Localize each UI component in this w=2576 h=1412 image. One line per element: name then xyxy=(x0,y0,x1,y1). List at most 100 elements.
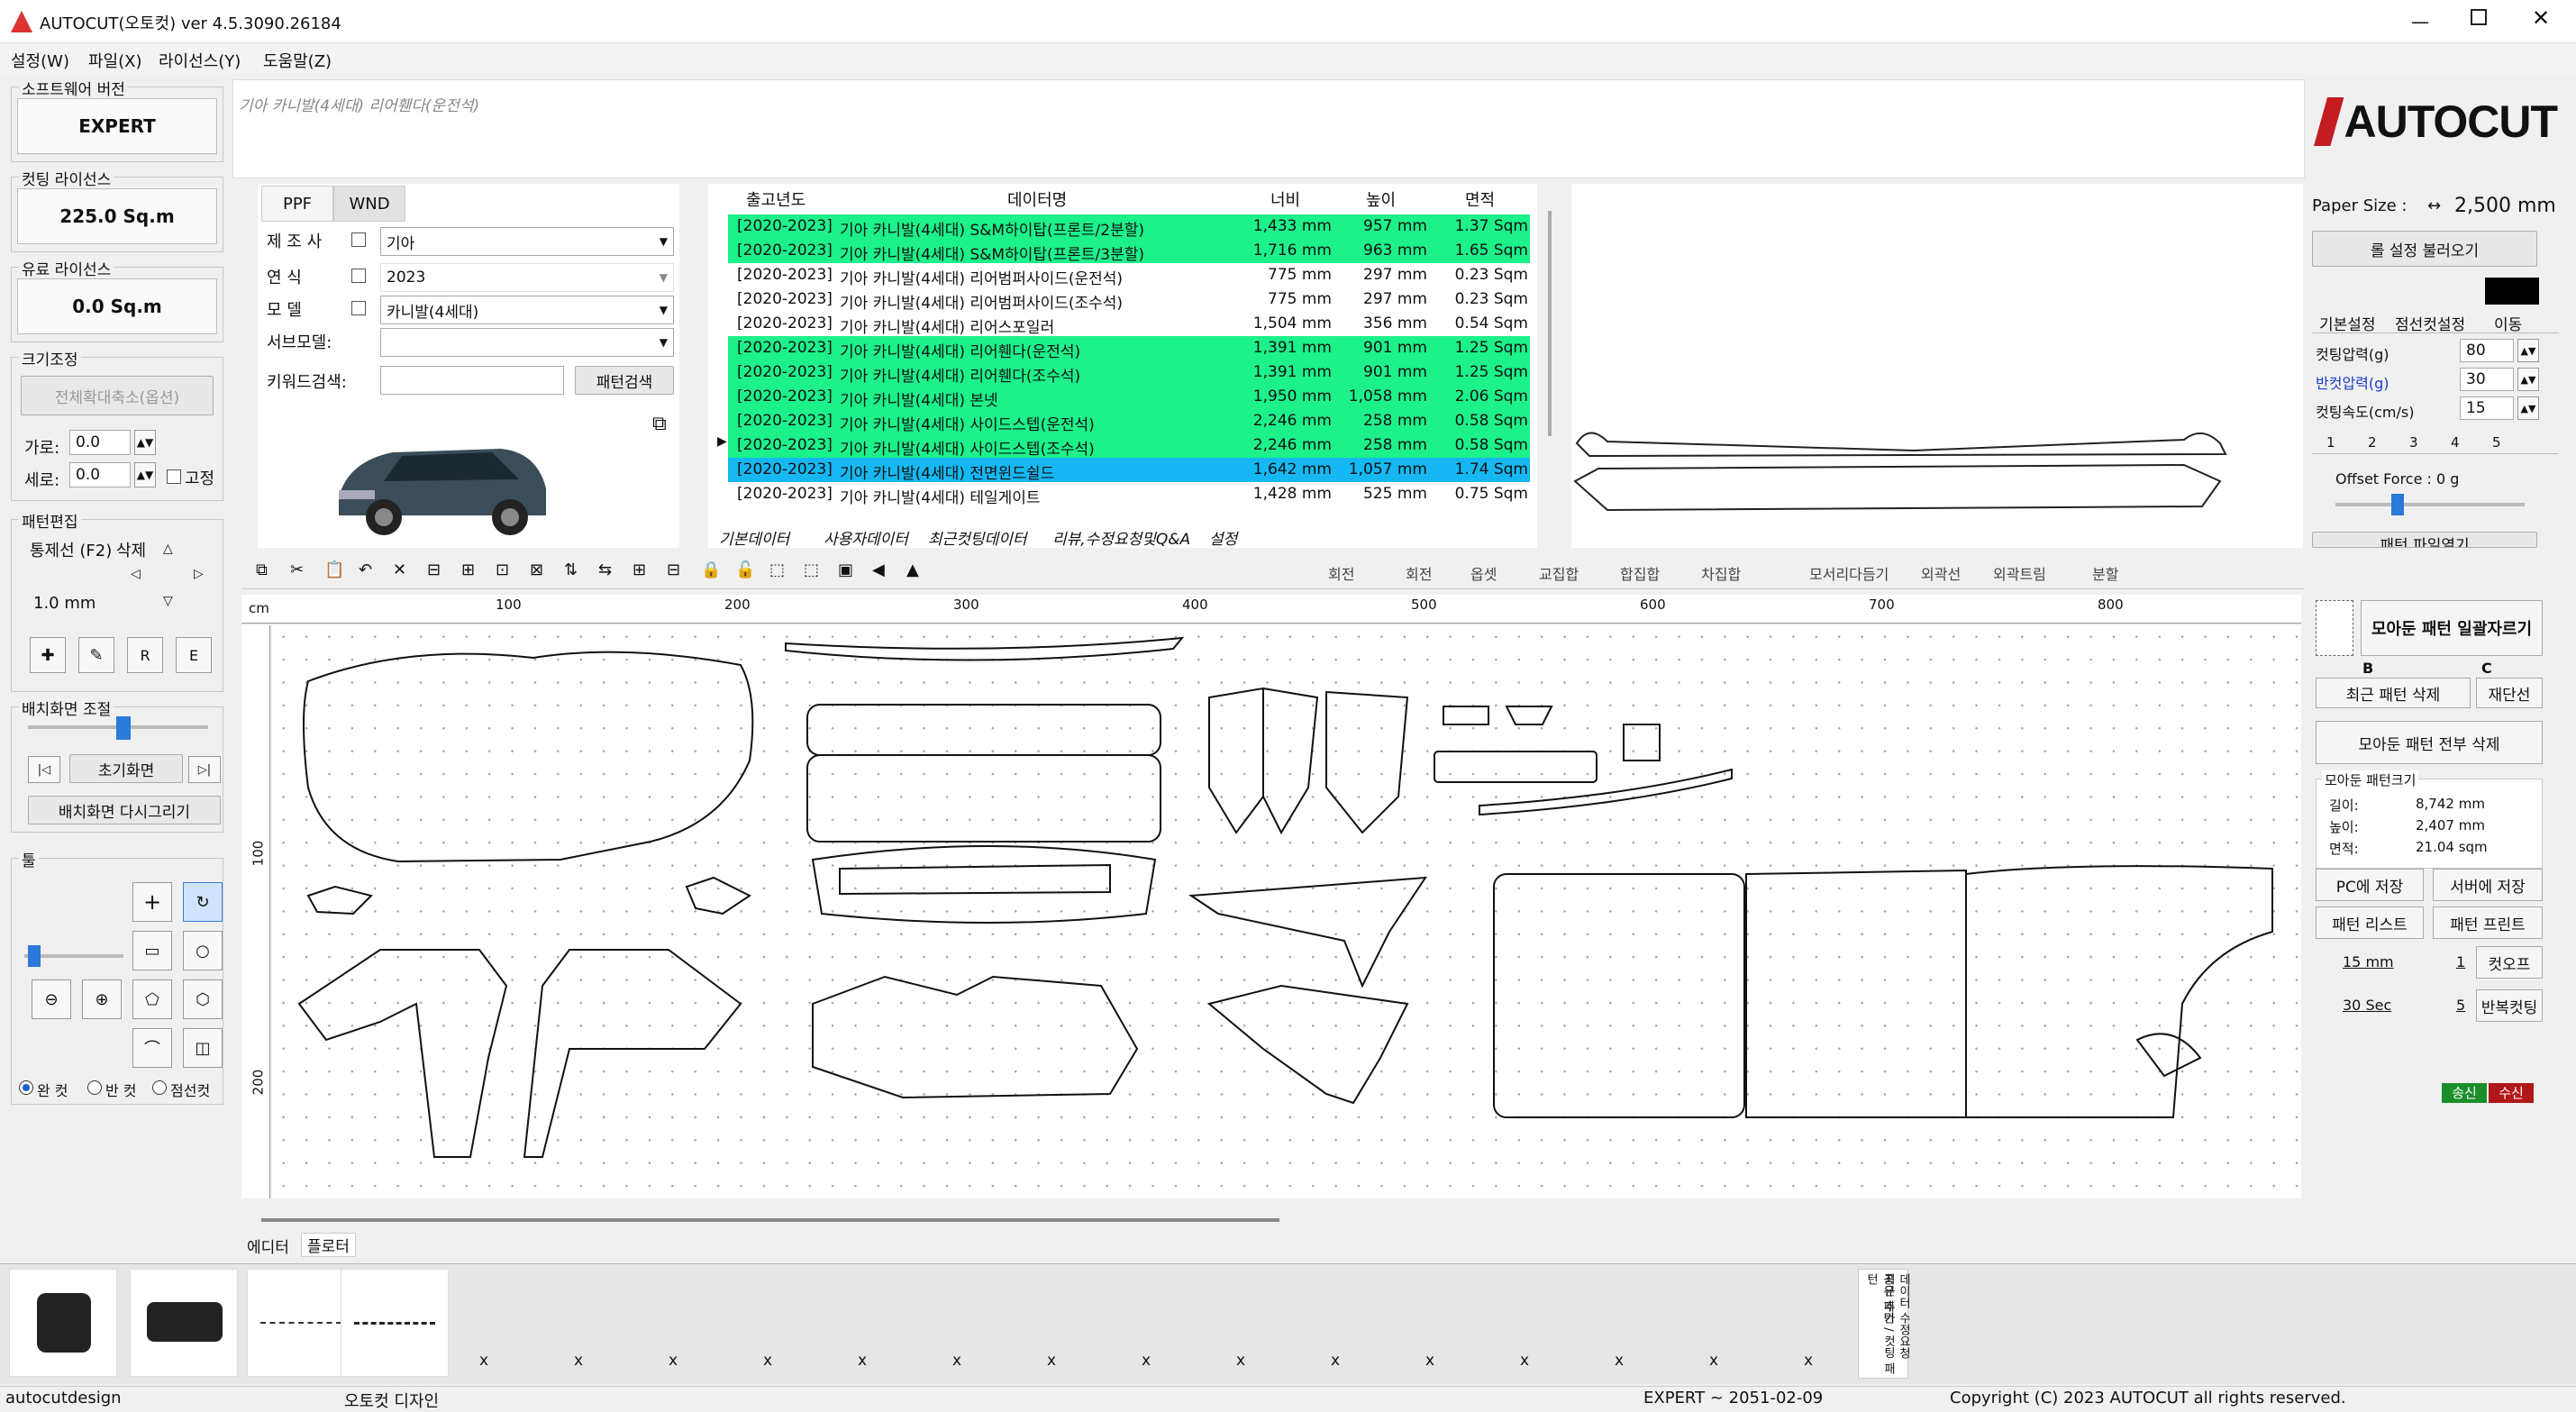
toolbar-label[interactable]: 차집합 xyxy=(1701,562,1741,584)
toolbar-label[interactable]: 회전 xyxy=(1328,562,1354,584)
height-input[interactable]: 0.0 xyxy=(69,462,131,487)
fix-checkbox[interactable] xyxy=(167,469,181,484)
toolbar-label[interactable]: 외곽선 xyxy=(1921,562,1961,584)
step-value[interactable]: 1.0 mm xyxy=(33,594,96,613)
pattern-file-button[interactable]: 패턴 파일열기 xyxy=(2312,532,2537,548)
pressure-spinner-icon[interactable]: ▲▼ xyxy=(2517,339,2539,362)
menu-help[interactable]: 도움말(Z) xyxy=(263,49,332,72)
thumb-pattern-4[interactable] xyxy=(341,1269,449,1377)
offset-slider-thumb[interactable] xyxy=(2391,494,2404,515)
width-spinner-icon[interactable]: ▲▼ xyxy=(134,430,156,455)
full-scale-button[interactable]: 전체확대축소(옵션) xyxy=(21,376,214,415)
thumb-pattern-1[interactable] xyxy=(9,1269,117,1377)
maker-select[interactable]: 기아 ▼ xyxy=(380,227,674,256)
pattern-list-button[interactable]: 패턴 리스트 xyxy=(2316,906,2424,939)
tab-5[interactable]: 5 xyxy=(2492,434,2501,451)
toolbar-label[interactable]: 교집합 xyxy=(1539,562,1579,584)
add-point-icon[interactable]: ✚ xyxy=(30,637,66,673)
plot-canvas[interactable] xyxy=(272,625,2301,1198)
menu-license[interactable]: 라이선스(Y) xyxy=(159,49,241,72)
last-view-icon[interactable]: ▷| xyxy=(188,756,221,783)
strip-slot-mark[interactable]: x xyxy=(1615,1352,1624,1370)
table-row[interactable]: [2020-2023] 기아 카니발(4세대) S&M하이탑(프론트/3분할) 1,… xyxy=(728,239,1530,264)
tab-plotter[interactable]: 플로터 xyxy=(301,1233,356,1257)
delete-all-button[interactable]: 모아둔 패턴 전부 삭제 xyxy=(2316,721,2543,764)
horizontal-scrollbar[interactable] xyxy=(261,1218,1279,1222)
table-row[interactable]: [2020-2023] 기아 카니발(4세대) 본넷 1,950 mm 1,058 m… xyxy=(728,385,1530,410)
menu-settings[interactable]: 설정(W) xyxy=(11,49,69,72)
tab-review[interactable]: 리뷰,수정요청및Q&A xyxy=(1052,526,1190,549)
tab-basic-data[interactable]: 기본데이터 xyxy=(719,526,789,549)
cut-mode-dotted-radio[interactable] xyxy=(152,1080,167,1095)
save-pc-button[interactable]: PC에 저장 xyxy=(2316,869,2424,901)
rotate-icon[interactable]: ↻ xyxy=(183,882,223,922)
tab-dotted-settings[interactable]: 점선컷설정 xyxy=(2395,312,2465,334)
arrow-right-icon[interactable]: ▷ xyxy=(194,567,204,581)
year-checkbox[interactable] xyxy=(351,269,366,283)
toolbar-tool-icon[interactable]: ◀ xyxy=(872,560,892,580)
toolbar-label[interactable]: 옵셋 xyxy=(1470,562,1497,584)
strip-slot-mark[interactable]: x xyxy=(1425,1352,1434,1370)
toolbar-tool-icon[interactable]: ⊡ xyxy=(496,560,515,580)
delete-label[interactable]: 삭제 xyxy=(116,538,146,561)
cut-mode-half-radio[interactable] xyxy=(87,1080,102,1095)
strip-slot-mark[interactable]: x xyxy=(1047,1352,1056,1370)
tab-1[interactable]: 1 xyxy=(2326,434,2335,451)
mirror-icon[interactable]: ◫ xyxy=(183,1028,223,1068)
strip-slot-mark[interactable]: x xyxy=(763,1352,772,1370)
height-spinner-icon[interactable]: ▲▼ xyxy=(134,462,156,487)
table-scrollbar[interactable] xyxy=(1548,211,1552,436)
arrow-left-icon[interactable]: ◁ xyxy=(131,567,141,581)
maximize-icon[interactable] xyxy=(2471,9,2487,25)
toolbar-tool-icon[interactable]: ⊞ xyxy=(461,560,481,580)
toolbar-label[interactable]: 외곽트림 xyxy=(1993,562,2046,584)
arc-icon[interactable]: ⌒ xyxy=(132,1028,172,1068)
model-checkbox[interactable] xyxy=(351,301,366,315)
table-row[interactable]: [2020-2023] 기아 카니발(4세대) 리어스포일러 1,504 mm 356… xyxy=(728,312,1530,337)
toolbar-tool-icon[interactable]: 🔓 xyxy=(735,560,755,580)
strip-slot-mark[interactable]: x xyxy=(574,1352,583,1370)
speed-input[interactable]: 15 xyxy=(2460,396,2514,420)
toolbar-tool-icon[interactable]: ⊟ xyxy=(427,560,447,580)
reset-view-button[interactable]: 초기화면 xyxy=(69,754,183,783)
zoom-out-icon[interactable]: ⊖ xyxy=(32,979,71,1019)
table-row[interactable]: [2020-2023] 기아 카니발(4세대) S&M하이탑(프론트/2분할) 1,… xyxy=(728,214,1530,240)
tab-basic-settings[interactable]: 기본설정 xyxy=(2319,312,2376,334)
request-label[interactable]: 데이터 수정요청 xyxy=(1895,1273,1912,1359)
toolbar-tool-icon[interactable]: ⇅ xyxy=(564,560,584,580)
repeat-cut-button[interactable]: 반복컷팅 xyxy=(2476,989,2543,1022)
e-button[interactable]: E xyxy=(176,637,212,673)
strip-slot-mark[interactable]: x xyxy=(1520,1352,1529,1370)
toolbar-tool-icon[interactable]: ⇆ xyxy=(598,560,618,580)
shape-icon[interactable]: ⬡ xyxy=(183,979,223,1019)
toolbar-tool-icon[interactable]: ↶ xyxy=(359,560,378,580)
model-select[interactable]: 카니발(4세대) ▼ xyxy=(380,296,674,324)
color-swatch[interactable] xyxy=(2485,278,2539,305)
toolbar-tool-icon[interactable]: ⬚ xyxy=(804,560,824,580)
pressure-input[interactable]: 80 xyxy=(2460,339,2514,362)
tab-4[interactable]: 4 xyxy=(2451,434,2460,451)
thumb-pattern-3[interactable] xyxy=(247,1269,355,1377)
strip-slot-mark[interactable]: x xyxy=(1709,1352,1718,1370)
menu-file[interactable]: 파일(X) xyxy=(88,49,142,72)
shared-label[interactable]: 공유 패턴 xyxy=(1879,1273,1896,1324)
offset-slider-track[interactable] xyxy=(2335,503,2525,506)
table-row[interactable]: [2020-2023] 기아 카니발(4세대) 전면윈드쉴드 1,642 mm 1,0… xyxy=(728,458,1530,483)
roll-settings-button[interactable]: 롤 설정 불러오기 xyxy=(2312,231,2537,267)
toolbar-label[interactable]: 분할 xyxy=(2092,562,2118,584)
first-view-icon[interactable]: |◁ xyxy=(28,756,60,783)
recut-button[interactable]: 재단선 xyxy=(2476,678,2543,708)
toolbar-label[interactable]: 모서리다듬기 xyxy=(1809,562,1889,584)
table-row[interactable]: [2020-2023] 기아 카니발(4세대) 리어범퍼사이드(운전석) 775 m… xyxy=(728,263,1530,288)
toolbar-tool-icon[interactable]: ⬚ xyxy=(769,560,789,580)
toolbar-tool-icon[interactable]: ⊞ xyxy=(633,560,652,580)
strip-slot-mark[interactable]: x xyxy=(1331,1352,1340,1370)
toolbar-tool-icon[interactable]: ✂ xyxy=(290,560,310,580)
arrow-up-icon[interactable]: △ xyxy=(163,542,173,556)
tab-user-data[interactable]: 사용자데이터 xyxy=(824,526,908,549)
year-select[interactable]: 2023 ▼ xyxy=(380,263,674,292)
toolbar-tool-icon[interactable]: 🔒 xyxy=(701,560,721,580)
pattern-print-button[interactable]: 패턴 프린트 xyxy=(2433,906,2543,939)
table-row[interactable]: [2020-2023] 기아 카니발(4세대) 리어휀다(운전석) 1,391 mm… xyxy=(728,336,1530,361)
toolbar-tool-icon[interactable]: ▣ xyxy=(838,560,858,580)
